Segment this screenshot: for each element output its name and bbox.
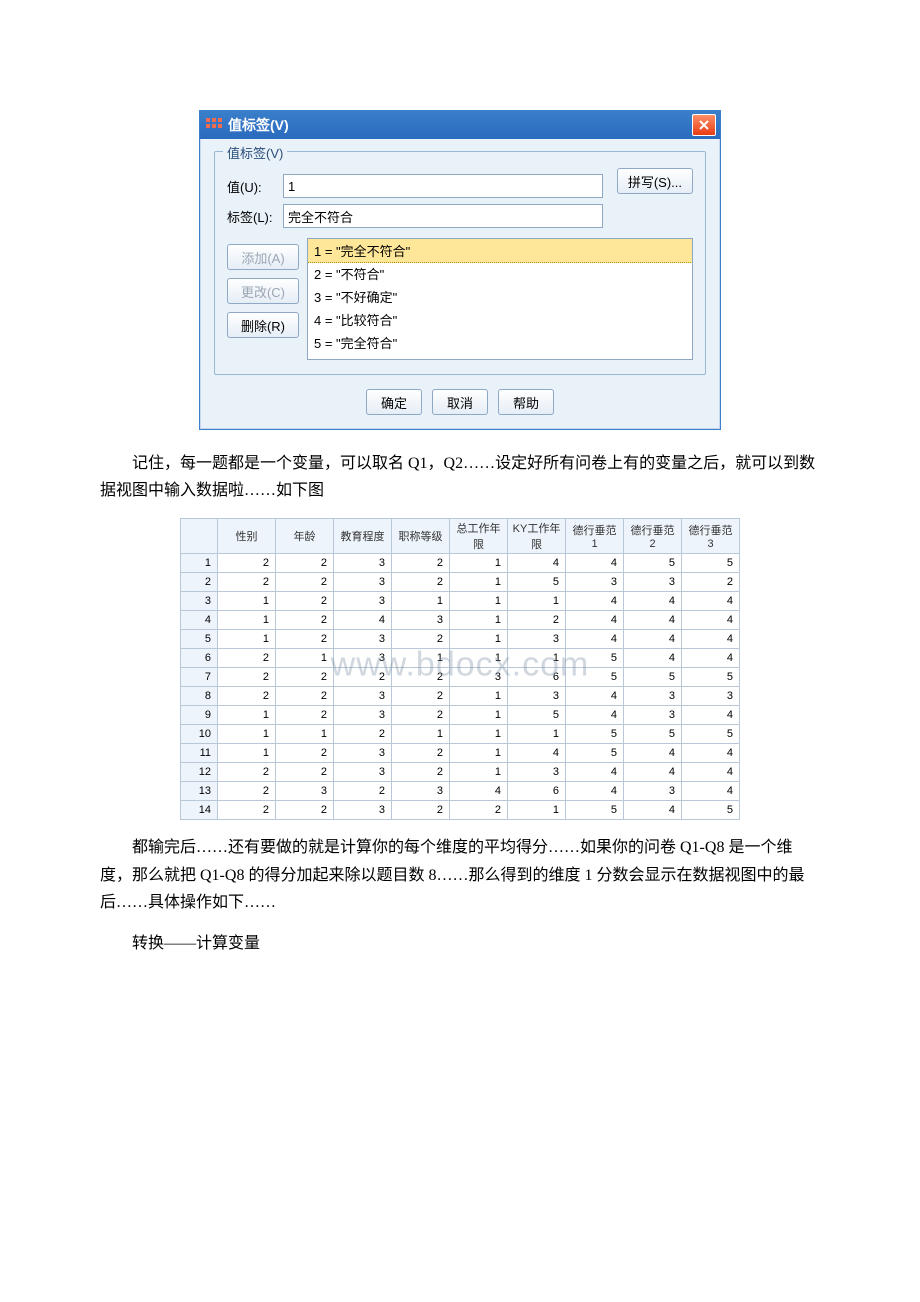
- spell-button[interactable]: 拼写(S)...: [617, 168, 693, 194]
- ok-button[interactable]: 确定: [366, 389, 422, 415]
- data-table: 性别年龄教育程度职称等级总工作年限KY工作年限德行垂范1德行垂范2德行垂范312…: [180, 518, 740, 820]
- change-button[interactable]: 更改(C): [227, 278, 299, 304]
- list-item[interactable]: 4 = "比较符合": [308, 308, 692, 331]
- cancel-button[interactable]: 取消: [432, 389, 488, 415]
- list-item[interactable]: 3 = "不好确定": [308, 285, 692, 308]
- value-labels-dialog: 值标签(V) 值标签(V) 值(U): 标签(L): 拼写(S).: [199, 110, 721, 430]
- value-labels-fieldset: 值标签(V) 值(U): 标签(L): 拼写(S)... 添加(A): [214, 151, 706, 375]
- data-view-screenshot: www.bdocx.com 性别年龄教育程度职称等级总工作年限KY工作年限德行垂…: [180, 518, 740, 820]
- list-item[interactable]: 1 = "完全不符合": [307, 238, 693, 263]
- help-button[interactable]: 帮助: [498, 389, 554, 415]
- list-item[interactable]: 2 = "不符合": [308, 262, 692, 285]
- add-button[interactable]: 添加(A): [227, 244, 299, 270]
- paragraph-3: 转换——计算变量: [100, 930, 820, 957]
- list-item[interactable]: 5 = "完全符合": [308, 331, 692, 354]
- paragraph-1: 记住，每一题都是一个变量，可以取名 Q1，Q2……设定好所有问卷上有的变量之后，…: [100, 450, 820, 504]
- label-label: 标签(L):: [227, 207, 283, 226]
- value-input[interactable]: [283, 174, 603, 198]
- value-label: 值(U):: [227, 177, 283, 196]
- dialog-title: 值标签(V): [228, 115, 289, 135]
- dialog-titlebar: 值标签(V): [200, 111, 720, 139]
- paragraph-2: 都输完后……还有要做的就是计算你的每个维度的平均得分……如果你的问卷 Q1-Q8…: [100, 834, 820, 916]
- value-labels-listbox[interactable]: 1 = "完全不符合" 2 = "不符合" 3 = "不好确定" 4 = "比较…: [307, 238, 693, 360]
- close-icon[interactable]: [692, 114, 716, 136]
- fieldset-legend: 值标签(V): [223, 143, 287, 162]
- app-icon: [206, 118, 222, 132]
- remove-button[interactable]: 删除(R): [227, 312, 299, 338]
- label-input[interactable]: [283, 204, 603, 228]
